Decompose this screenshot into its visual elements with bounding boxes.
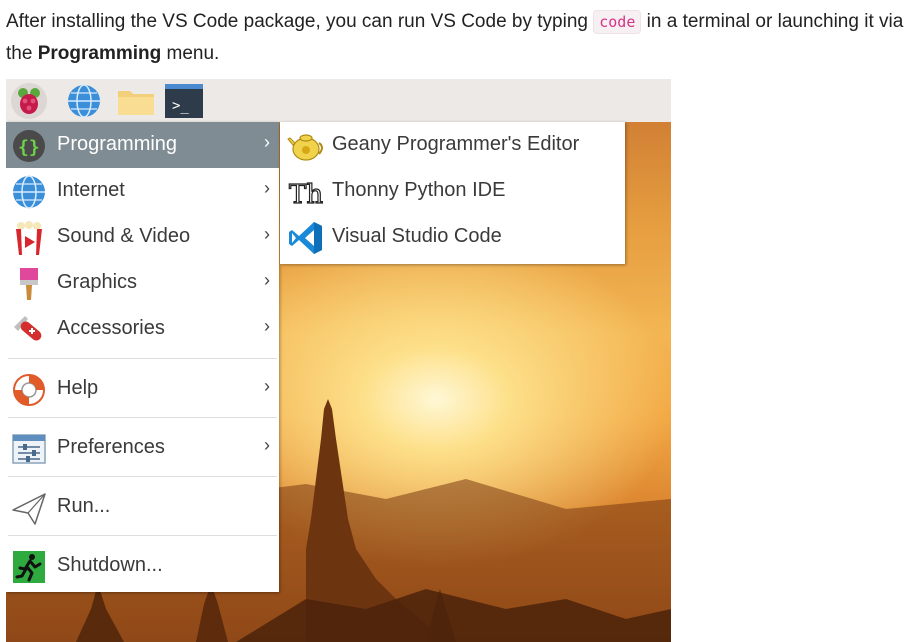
paragraph-text-end: menu.	[161, 43, 220, 64]
menu-item-preferences[interactable]: Preferences ›	[6, 425, 279, 471]
vscode-icon	[289, 222, 322, 254]
menu-item-programming[interactable]: {} Programming ›	[6, 122, 279, 168]
chevron-right-icon: ›	[264, 132, 270, 152]
menu-item-label: Programming	[57, 133, 178, 155]
menu-item-label: Accessories	[57, 317, 165, 339]
inline-code: code	[593, 10, 642, 34]
folder-icon	[118, 91, 154, 115]
terminal-icon: >_	[165, 84, 203, 118]
menu-item-label: Preferences	[57, 436, 165, 458]
menu-item-help[interactable]: Help ›	[6, 366, 279, 412]
raspberry-pi-menu-button[interactable]	[11, 83, 47, 119]
menu-item-accessories[interactable]: Accessories ›	[6, 306, 279, 352]
svg-text:>_: >_	[172, 98, 189, 114]
submenu-item-geany[interactable]: Geany Programmer's Editor	[280, 122, 625, 168]
chevron-right-icon: ›	[264, 224, 270, 244]
desktop-screenshot: >_ {} Programming › Internet › Sound & V…	[6, 79, 671, 642]
menu-item-label: Run...	[57, 495, 111, 517]
applications-menu: {} Programming › Internet › Sound & Vide…	[6, 122, 279, 592]
chevron-right-icon: ›	[264, 178, 270, 198]
submenu-item-label: Visual Studio Code	[332, 225, 502, 247]
globe-icon	[68, 84, 100, 118]
web-browser-button[interactable]	[66, 83, 102, 119]
menu-item-sound-video[interactable]: Sound & Video ›	[6, 214, 279, 260]
braces-icon: {}	[13, 130, 45, 162]
menu-item-run[interactable]: Run...	[6, 484, 279, 530]
taskbar: >_	[6, 79, 671, 122]
submenu-item-label: Geany Programmer's Editor	[332, 133, 580, 155]
article-paragraph: After installing the VS Code package, yo…	[6, 6, 921, 70]
menu-item-shutdown[interactable]: Shutdown...	[6, 543, 279, 589]
raspberry-pi-icon	[18, 88, 40, 114]
terminal-button[interactable]: >_	[164, 83, 203, 119]
svg-text:Th: Th	[289, 180, 323, 210]
chevron-right-icon: ›	[264, 270, 270, 290]
paper-plane-icon	[12, 493, 46, 525]
menu-separator	[8, 535, 277, 536]
submenu-item-vscode[interactable]: Visual Studio Code	[280, 214, 625, 260]
submenu-item-thonny[interactable]: Th Thonny Python IDE	[280, 168, 625, 214]
lifebuoy-icon	[13, 374, 45, 406]
menu-item-label: Sound & Video	[57, 225, 191, 247]
popcorn-icon	[16, 221, 42, 255]
programming-menu-emphasis: Programming	[37, 43, 162, 64]
menu-item-internet[interactable]: Internet ›	[6, 168, 279, 214]
svg-text:{}: {}	[18, 137, 40, 158]
menu-item-graphics[interactable]: Graphics ›	[6, 260, 279, 306]
submenu-item-label: Thonny Python IDE	[332, 179, 506, 201]
file-manager-button[interactable]	[116, 83, 154, 119]
menu-item-label: Internet	[57, 179, 125, 201]
programming-submenu: Geany Programmer's Editor Th Thonny Pyth…	[280, 122, 625, 264]
menu-item-label: Graphics	[57, 271, 138, 293]
sliders-icon	[12, 434, 46, 464]
chevron-right-icon: ›	[264, 376, 270, 396]
menu-item-label: Shutdown...	[57, 554, 163, 576]
thonny-icon: Th	[288, 179, 324, 210]
geany-teapot-icon	[287, 134, 323, 161]
exit-running-man-icon	[13, 551, 45, 583]
menu-separator	[8, 417, 277, 418]
swiss-knife-icon	[14, 316, 42, 341]
menu-separator	[8, 358, 277, 359]
paragraph-text-start: After installing the VS Code package, yo…	[6, 11, 594, 32]
menu-separator	[8, 476, 277, 477]
chevron-right-icon: ›	[264, 435, 270, 455]
chevron-right-icon: ›	[264, 316, 270, 336]
menu-item-label: Help	[57, 377, 99, 399]
paintbrush-icon	[20, 268, 38, 300]
globe-icon	[13, 175, 45, 209]
